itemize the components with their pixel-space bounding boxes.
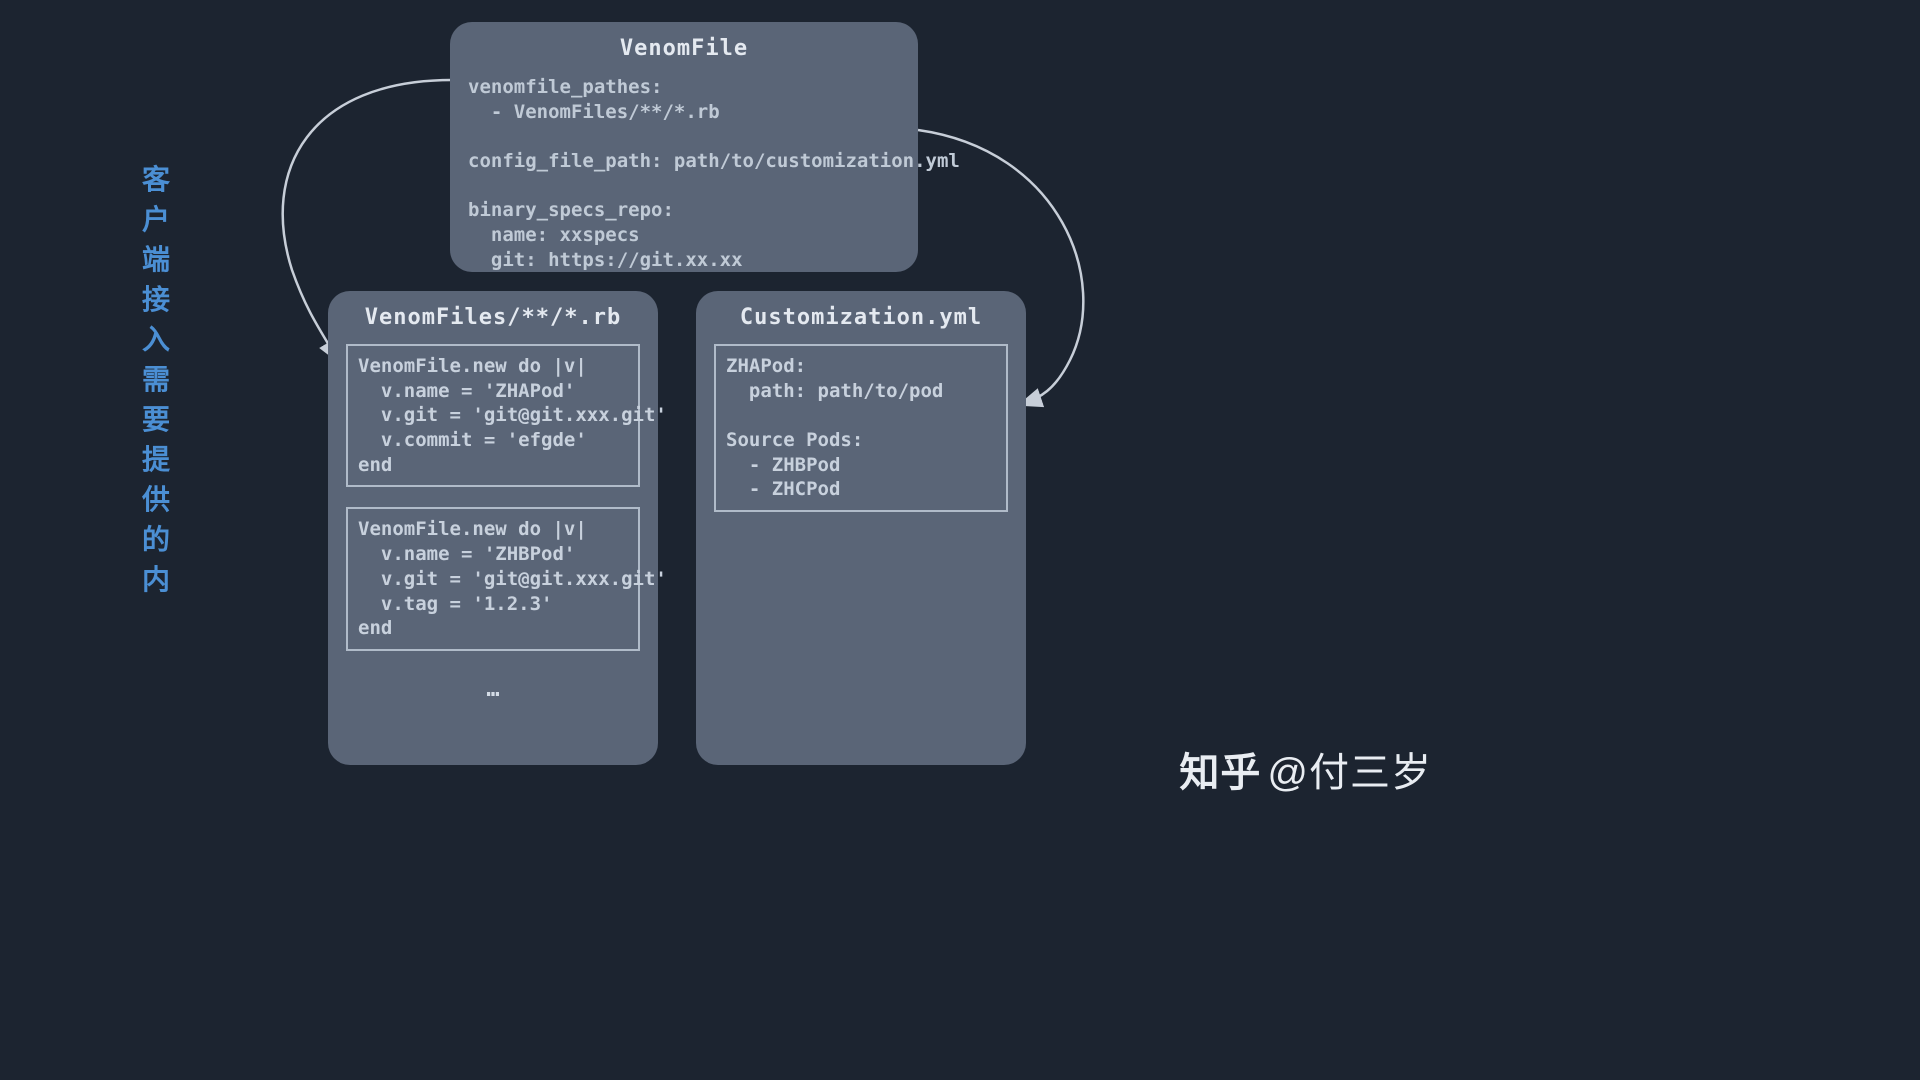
panel-rb-files: VenomFiles/**/*.rb VenomFile.new do |v| … xyxy=(328,291,658,765)
watermark-author: @付三岁 xyxy=(1267,751,1432,795)
watermark: 知乎@付三岁 xyxy=(1179,740,1432,798)
diagram-stage: 客 户 端 接 入 需 要 提 供 的 内 VenomFile venomfil… xyxy=(0,0,1456,816)
panel-title: Customization.yml xyxy=(714,305,1008,330)
panel-customization-yml: Customization.yml ZHAPod: path: path/to/… xyxy=(696,291,1026,765)
ellipsis: … xyxy=(346,677,640,702)
code-block: VenomFile.new do |v| v.name = 'ZHAPod' v… xyxy=(346,344,640,487)
panel-body: venomfile_pathes: - VenomFiles/**/*.rb c… xyxy=(468,75,900,273)
code-block: ZHAPod: path: path/to/pod Source Pods: -… xyxy=(714,344,1008,512)
panel-title: VenomFile xyxy=(468,36,900,61)
panel-venomfile: VenomFile venomfile_pathes: - VenomFiles… xyxy=(450,22,918,272)
panel-title: VenomFiles/**/*.rb xyxy=(346,305,640,330)
code-block: VenomFile.new do |v| v.name = 'ZHBPod' v… xyxy=(346,507,640,650)
side-vertical-label: 客 户 端 接 入 需 要 提 供 的 内 xyxy=(140,160,172,600)
watermark-brand: 知乎 xyxy=(1179,751,1261,795)
